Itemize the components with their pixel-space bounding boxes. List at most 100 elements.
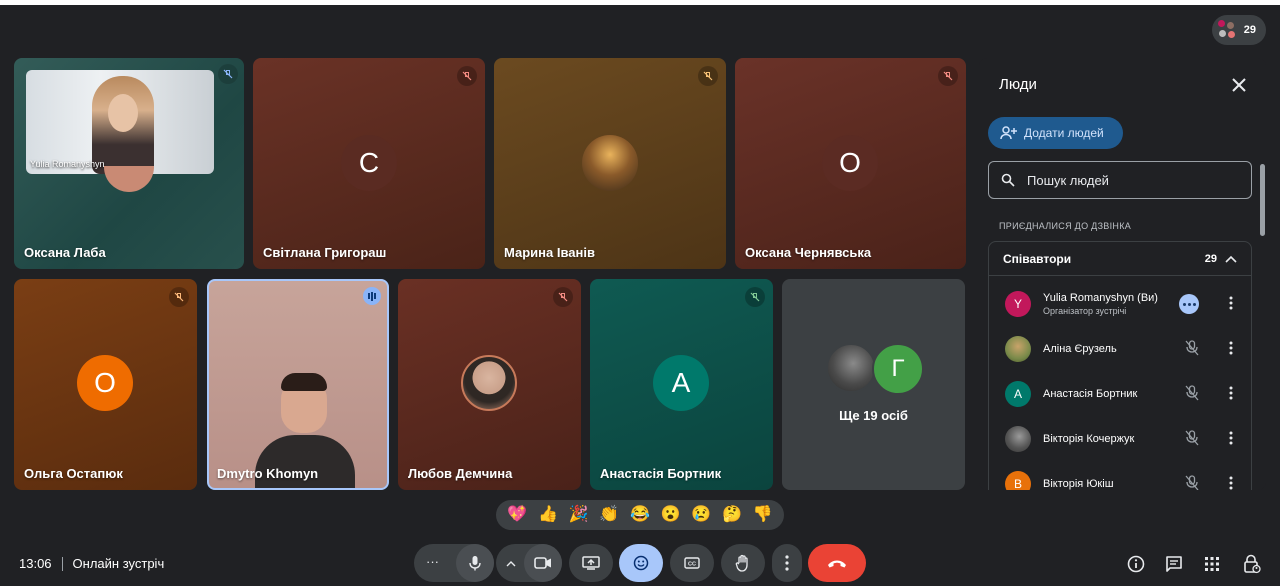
more-vert-icon[interactable] — [1229, 386, 1233, 400]
emoji-button[interactable] — [619, 544, 663, 582]
audio-options-icon[interactable]: ··· — [426, 554, 439, 569]
audio-controls: ··· — [414, 544, 494, 582]
participant-name: Анастасія Бортник — [600, 466, 722, 481]
participant-avatar-photo — [826, 343, 876, 393]
present-button[interactable] — [569, 544, 613, 582]
reaction-sad-button[interactable]: 😢 — [691, 507, 711, 523]
raise-hand-icon — [735, 554, 748, 572]
participant-name: Ольга Остапюк — [24, 466, 123, 481]
participant-name: Dmytro Khomyn — [217, 466, 319, 481]
participant-tile[interactable]: С Світлана Григораш — [253, 58, 485, 269]
participants-count-chip[interactable]: 29 — [1212, 15, 1266, 45]
group-header[interactable]: Співавтори 29 — [989, 242, 1251, 276]
search-placeholder: Пошук людей — [1027, 172, 1109, 188]
panel-title: Люди — [999, 76, 1037, 93]
muted-mic-icon — [553, 287, 573, 307]
group-count: 29 — [1204, 252, 1217, 265]
raise-hand-button[interactable] — [721, 544, 765, 582]
window-top-edge — [0, 0, 1280, 5]
leave-call-button[interactable] — [808, 544, 866, 582]
list-item[interactable]: Вікторія Кочержук — [989, 417, 1251, 461]
muted-mic-icon — [218, 64, 238, 84]
chat-icon — [1166, 556, 1182, 572]
camera-button[interactable] — [524, 544, 562, 582]
self-face — [108, 94, 138, 132]
reaction-laugh-button[interactable]: 😂 — [630, 507, 650, 523]
chevron-up-icon[interactable] — [1225, 255, 1237, 263]
participant-name: Світлана Григораш — [263, 245, 387, 260]
reaction-heart-button[interactable]: 💖 — [507, 507, 527, 523]
participant-avatars-icon — [1218, 20, 1238, 40]
reaction-thumbs-down-button[interactable]: 👎 — [753, 507, 773, 523]
muted-mic-icon — [457, 66, 477, 86]
close-icon[interactable] — [1228, 74, 1250, 96]
activities-button[interactable] — [1200, 552, 1224, 576]
apps-grid-icon — [1205, 557, 1219, 571]
reaction-thumbs-up-button[interactable]: 👍 — [538, 507, 558, 523]
search-icon — [1001, 173, 1015, 187]
participant-tile[interactable]: Yulia Romanyshyn Оксана Лаба — [14, 58, 244, 269]
person-avatar-photo — [1005, 426, 1031, 452]
chat-button[interactable] — [1162, 552, 1186, 576]
list-item[interactable]: В Вікторія Юкіш — [989, 462, 1251, 490]
add-person-icon — [1000, 126, 1017, 140]
muted-mic-icon — [938, 66, 958, 86]
reaction-clap-button[interactable]: 👏 — [599, 507, 619, 523]
speaking-indicator-icon — [363, 287, 381, 305]
more-options-button[interactable] — [772, 544, 802, 582]
more-vert-icon[interactable] — [1229, 431, 1233, 445]
video-shoulders — [255, 435, 355, 488]
mic-button[interactable] — [456, 544, 494, 582]
host-controls-button[interactable] — [1240, 552, 1264, 576]
add-people-label: Додати людей — [1024, 126, 1104, 140]
person-avatar: В — [1005, 471, 1031, 490]
person-avatar: А — [1005, 381, 1031, 407]
search-input[interactable]: Пошук людей — [988, 161, 1252, 199]
present-screen-icon — [582, 556, 600, 570]
meeting-details-button[interactable] — [1124, 552, 1148, 576]
captions-icon: CC — [684, 557, 700, 569]
clock-time: 13:06 — [19, 556, 52, 571]
participant-tile[interactable]: Марина Іванів — [494, 58, 726, 269]
person-name: Анастасія Бортник — [1043, 388, 1138, 400]
meeting-title: Онлайн зустріч — [72, 556, 165, 571]
participant-name: Любов Демчина — [408, 466, 513, 481]
section-label: ПРИЄДНАЛИСЯ ДО ДЗВІНКА — [999, 221, 1132, 231]
reaction-party-button[interactable]: 🎉 — [569, 507, 589, 523]
participant-tile-speaking[interactable]: Dmytro Khomyn — [207, 279, 389, 490]
list-item[interactable]: Аліна Єрузель — [989, 327, 1251, 371]
more-participants-tile[interactable]: Г Ще 19 осіб — [782, 279, 965, 490]
muted-mic-icon — [745, 287, 765, 307]
lock-person-icon — [1244, 554, 1261, 574]
muted-mic-icon — [1185, 340, 1199, 356]
more-vert-icon[interactable] — [1229, 296, 1233, 310]
list-item[interactable]: Y Yulia Romanyshyn (Ви) Організатор зуст… — [989, 282, 1251, 326]
info-icon — [1127, 555, 1145, 573]
participant-tile[interactable]: О Ольга Остапюк — [14, 279, 197, 490]
reaction-surprised-button[interactable]: 😮 — [661, 507, 681, 523]
participant-tile[interactable]: А Анастасія Бортник — [590, 279, 773, 490]
participant-tile[interactable]: О Оксана Чернявська — [735, 58, 966, 269]
captions-button[interactable]: CC — [670, 544, 714, 582]
chevron-up-icon[interactable] — [506, 560, 516, 567]
participant-avatar: С — [341, 135, 397, 191]
people-panel: Люди Додати людей Пошук людей ПРИЄДНАЛИС… — [979, 58, 1266, 490]
muted-mic-icon — [1185, 385, 1199, 401]
video-controls — [496, 544, 562, 582]
mic-icon — [469, 556, 481, 571]
more-vert-icon[interactable] — [1229, 341, 1233, 355]
list-item[interactable]: А Анастасія Бортник — [989, 372, 1251, 416]
muted-mic-icon — [1185, 430, 1199, 446]
person-name: Yulia Romanyshyn (Ви) — [1043, 292, 1158, 304]
person-name: Аліна Єрузель — [1043, 343, 1117, 355]
reaction-thinking-button[interactable]: 🤔 — [722, 507, 742, 523]
more-vert-icon[interactable] — [1229, 476, 1233, 490]
participants-count: 29 — [1243, 24, 1256, 36]
add-people-button[interactable]: Додати людей — [988, 117, 1123, 149]
participant-name: Оксана Лаба — [24, 245, 106, 260]
participant-name: Оксана Чернявська — [745, 245, 872, 260]
panel-scrollbar[interactable] — [1260, 164, 1265, 236]
more-dots-icon[interactable] — [1179, 294, 1199, 314]
participant-tile[interactable]: Любов Демчина — [398, 279, 581, 490]
participant-avatar: А — [653, 355, 709, 411]
